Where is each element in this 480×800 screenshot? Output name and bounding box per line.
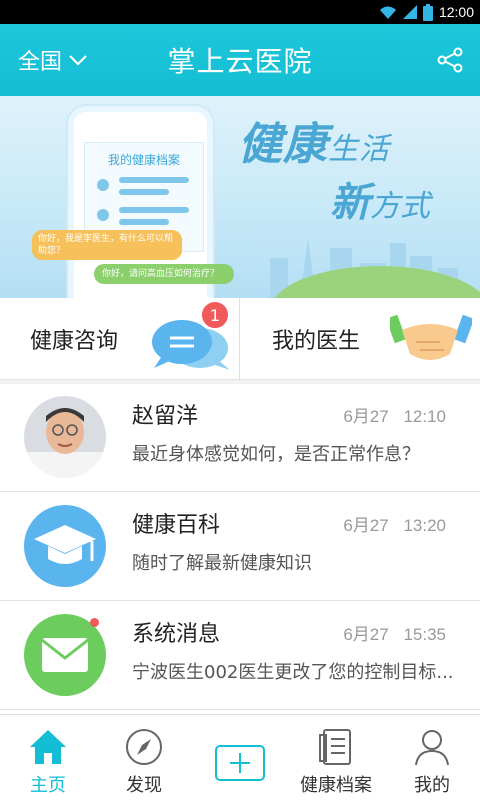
share-icon[interactable] — [436, 46, 464, 74]
message-preview: 随时了解最新健康知识 — [132, 553, 312, 574]
slogan-line1-small: 生活 — [328, 132, 390, 167]
compass-icon — [126, 729, 162, 765]
tab-home[interactable]: 主页 — [0, 715, 96, 800]
user-icon — [415, 730, 449, 766]
tab-discover[interactable]: 发现 — [96, 715, 192, 800]
drop-icon — [97, 179, 109, 191]
message-time: 13:20 — [403, 516, 446, 535]
message-row[interactable]: 健康百科 6月27 13:20 随时了解最新健康知识 — [0, 493, 480, 601]
signal-icon — [402, 5, 417, 19]
message-row[interactable]: 赵留洋 6月27 12:10 最近身体感觉如何，是否正常作息？ — [0, 384, 480, 492]
message-preview: 最近身体感觉如何，是否正常作息？ — [132, 444, 420, 465]
card-line — [119, 219, 169, 225]
message-timestamp: 6月27 12:10 — [343, 402, 446, 427]
health-consult-label: 健康咨询 — [30, 329, 119, 354]
message-date: 6月27 — [343, 516, 389, 535]
promo-banner[interactable]: 我的健康档案 你好，我是李医生，有什么可以帮助您？ 你好，请问高血压如何治疗？ … — [0, 96, 480, 298]
status-bar: 12:00 — [0, 0, 480, 24]
message-date: 6月27 — [343, 625, 389, 644]
tab-label: 我的 — [414, 775, 450, 796]
battery-icon — [422, 3, 433, 21]
record-icon — [319, 729, 351, 765]
thermometer-icon — [97, 209, 109, 221]
tab-label: 发现 — [126, 775, 162, 796]
doctor-chat-bubble: 你好，我是李医生，有什么可以帮助您？ — [32, 230, 182, 260]
patient-chat-bubble: 你好，请问高血压如何治疗？ — [94, 264, 234, 284]
home-icon — [30, 730, 66, 764]
tab-label: 健康档案 — [300, 775, 372, 796]
tab-mine[interactable]: 我的 — [384, 715, 480, 800]
message-title: 系统消息 — [132, 622, 221, 647]
message-date: 6月27 — [343, 407, 389, 426]
message-title: 赵留洋 — [132, 404, 199, 429]
tab-label: 主页 — [30, 775, 66, 796]
tab-health-record[interactable]: 健康档案 — [288, 715, 384, 800]
message-row[interactable]: 系统消息 6月27 15:35 宁波医生002医生更改了您的控制目标... — [0, 602, 480, 710]
status-icons: 12:00 — [379, 0, 474, 24]
add-icon — [215, 745, 265, 781]
unread-badge: 1 — [200, 300, 230, 330]
message-timestamp: 6月27 15:35 — [343, 620, 446, 645]
doctor-avatar — [24, 396, 106, 478]
message-title: 健康百科 — [132, 513, 221, 538]
card-line — [119, 207, 189, 213]
phone-card-title: 我的健康档案 — [107, 153, 180, 167]
card-line — [119, 189, 169, 195]
app-bar: 全国 掌上云医院 — [0, 24, 480, 96]
card-line — [119, 177, 189, 183]
slogan-line1-big: 健康 — [238, 119, 328, 170]
message-list: 赵留洋 6月27 12:10 最近身体感觉如何，是否正常作息？ 健康百科 6月2… — [0, 384, 480, 714]
bottom-tab-bar: 主页 发现 健康档案 我的 — [0, 714, 480, 800]
my-doctor-label: 我的医生 — [272, 329, 361, 354]
wifi-icon — [379, 6, 396, 19]
page-title: 掌上云医院 — [167, 45, 313, 78]
message-time: 12:10 — [403, 407, 446, 426]
graduation-cap-icon — [24, 505, 106, 587]
health-consult-button[interactable]: 健康咨询 1 — [0, 298, 239, 380]
message-time: 15:35 — [403, 625, 446, 644]
my-doctor-button[interactable]: 我的医生 — [240, 298, 480, 380]
message-preview: 宁波医生002医生更改了您的控制目标... — [132, 662, 454, 683]
tab-add[interactable] — [192, 715, 288, 800]
slogan-line1: 健康生活 — [238, 108, 390, 172]
handshake-icon — [390, 314, 472, 360]
status-time: 12:00 — [438, 4, 474, 20]
unread-dot — [90, 618, 99, 627]
message-timestamp: 6月27 13:20 — [343, 511, 446, 536]
quick-actions: 健康咨询 1 我的医生 — [0, 298, 480, 380]
